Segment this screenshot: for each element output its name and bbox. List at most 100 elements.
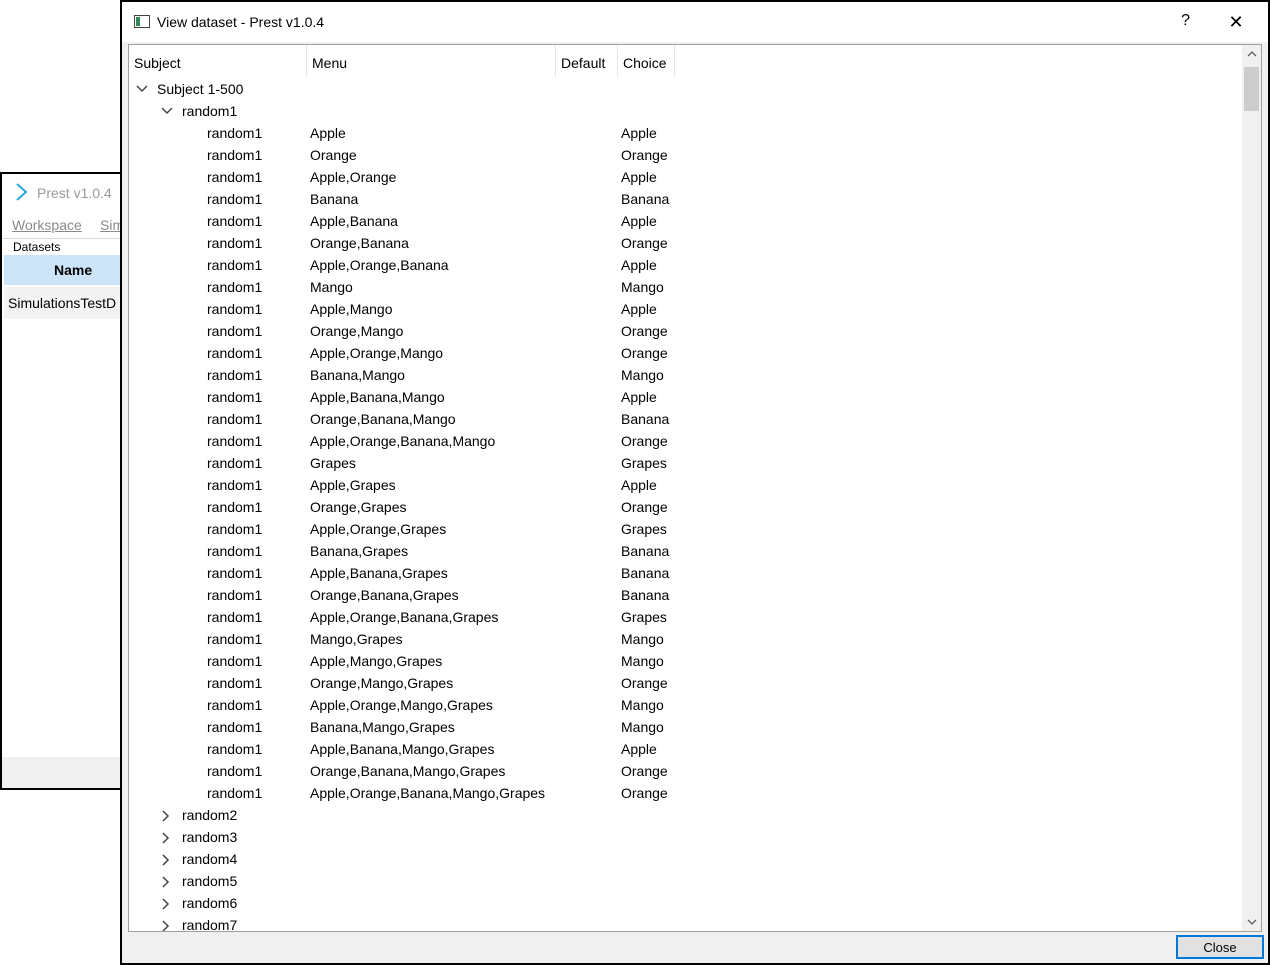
cell-subject: random1 xyxy=(207,477,263,493)
cell-menu: Mango,Grapes xyxy=(310,631,403,647)
table-row[interactable]: random1 Apple,Orange,Banana,Grapes Grapes xyxy=(129,606,1244,628)
tree-node-random2[interactable]: random2 xyxy=(129,804,1244,826)
cell-menu: Orange,Banana,Grapes xyxy=(310,587,459,603)
column-header-subject[interactable]: Subject xyxy=(129,45,307,77)
table-row[interactable]: random1 Apple,Banana,Mango Apple xyxy=(129,386,1244,408)
cell-subject: random1 xyxy=(207,433,263,449)
window-icon xyxy=(134,15,150,28)
tree-header: Subject Menu Default Choice xyxy=(129,45,1261,77)
vertical-scrollbar[interactable] xyxy=(1242,45,1261,931)
close-button[interactable]: Close xyxy=(1176,935,1264,959)
table-row[interactable]: random1 Apple,Orange Apple xyxy=(129,166,1244,188)
table-row[interactable]: random1 Orange,Banana,Mango Banana xyxy=(129,408,1244,430)
chevron-right-icon[interactable] xyxy=(160,826,174,848)
table-row[interactable]: random1 Apple,Mango Apple xyxy=(129,298,1244,320)
table-row[interactable]: random1 Orange,Grapes Orange xyxy=(129,496,1244,518)
chevron-right-icon[interactable] xyxy=(160,914,174,931)
table-row[interactable]: random1 Orange,Banana Orange xyxy=(129,232,1244,254)
table-row[interactable]: random1 Orange,Mango,Grapes Orange xyxy=(129,672,1244,694)
cell-menu: Apple,Orange,Banana,Mango xyxy=(310,433,496,449)
table-row[interactable]: random1 Grapes Grapes xyxy=(129,452,1244,474)
table-row[interactable]: random1 Apple Apple xyxy=(129,122,1244,144)
table-row[interactable]: random1 Apple,Orange,Mango,Grapes Mango xyxy=(129,694,1244,716)
table-row[interactable]: random1 Mango Mango xyxy=(129,276,1244,298)
tree-node-random3[interactable]: random3 xyxy=(129,826,1244,848)
table-row[interactable]: random1 Orange Orange xyxy=(129,144,1244,166)
cell-subject: random1 xyxy=(207,279,263,295)
cell-subject: random1 xyxy=(207,587,263,603)
table-row[interactable]: random1 Banana,Mango Mango xyxy=(129,364,1244,386)
scrollbar-thumb[interactable] xyxy=(1244,67,1259,111)
cell-choice: Mango xyxy=(621,719,664,735)
tree-node-random5[interactable]: random5 xyxy=(129,870,1244,892)
chevron-right-icon[interactable] xyxy=(160,870,174,892)
main-statusbar xyxy=(2,762,126,788)
table-row[interactable]: random1 Orange,Banana,Mango,Grapes Orange xyxy=(129,760,1244,782)
table-row[interactable]: random1 Banana,Grapes Banana xyxy=(129,540,1244,562)
cell-choice: Orange xyxy=(621,147,668,163)
cell-choice: Mango xyxy=(621,697,664,713)
table-row[interactable]: random1 Apple,Orange,Mango Orange xyxy=(129,342,1244,364)
table-row[interactable]: random1 Apple,Banana,Grapes Banana xyxy=(129,562,1244,584)
table-row[interactable]: random1 Apple,Mango,Grapes Mango xyxy=(129,650,1244,672)
table-row[interactable]: random1 Orange,Mango Orange xyxy=(129,320,1244,342)
main-window-titlebar[interactable]: Prest v1.0.4 xyxy=(2,174,126,212)
table-row[interactable]: random1 Mango,Grapes Mango xyxy=(129,628,1244,650)
table-row[interactable]: random1 Apple,Banana,Mango,Grapes Apple xyxy=(129,738,1244,760)
table-row[interactable]: random1 Orange,Banana,Grapes Banana xyxy=(129,584,1244,606)
cell-choice: Apple xyxy=(621,213,657,229)
cell-subject: random1 xyxy=(207,345,263,361)
tree-node-random1[interactable]: random1 xyxy=(129,100,1244,122)
dialog-title: View dataset - Prest v1.0.4 xyxy=(157,14,325,30)
column-header-default[interactable]: Default xyxy=(556,45,618,77)
dataset-row[interactable]: SimulationsTestD xyxy=(8,295,116,311)
chevron-right-icon[interactable] xyxy=(160,804,174,826)
column-header-menu[interactable]: Menu xyxy=(307,45,556,77)
help-button[interactable]: ? xyxy=(1181,12,1190,30)
cell-choice: Grapes xyxy=(621,609,667,625)
chevron-down-icon[interactable] xyxy=(160,100,174,122)
cell-subject: random1 xyxy=(207,697,263,713)
tree-node-random6[interactable]: random6 xyxy=(129,892,1244,914)
table-row[interactable]: random1 Apple,Banana Apple xyxy=(129,210,1244,232)
table-row[interactable]: random1 Banana,Mango,Grapes Mango xyxy=(129,716,1244,738)
table-row[interactable]: random1 Apple,Orange,Banana,Mango,Grapes O… xyxy=(129,782,1244,804)
cell-subject: random1 xyxy=(207,389,263,405)
table-row[interactable]: random1 Apple,Grapes Apple xyxy=(129,474,1244,496)
menu-workspace[interactable]: Workspace xyxy=(12,217,82,233)
cell-choice: Apple xyxy=(621,125,657,141)
table-row[interactable]: random1 Banana Banana xyxy=(129,188,1244,210)
column-header-choice[interactable]: Choice xyxy=(618,45,675,77)
dialog-titlebar[interactable]: View dataset - Prest v1.0.4 ? ✕ xyxy=(122,2,1268,42)
cell-subject: random1 xyxy=(207,213,263,229)
cell-choice: Banana xyxy=(621,587,670,603)
chevron-right-icon[interactable] xyxy=(160,892,174,914)
cell-menu: Apple,Orange,Grapes xyxy=(310,521,447,537)
chevron-down-icon[interactable] xyxy=(135,78,149,100)
cell-menu: Apple,Orange,Mango xyxy=(310,345,444,361)
chevron-right-icon[interactable] xyxy=(160,848,174,870)
table-row[interactable]: random1 Apple,Orange,Banana,Mango Orange xyxy=(129,430,1244,452)
arrow-up-icon[interactable] xyxy=(1242,45,1261,63)
cell-menu: Apple,Banana xyxy=(310,213,398,229)
cell-subject: random1 xyxy=(207,191,263,207)
table-row[interactable]: random1 Apple,Orange,Grapes Grapes xyxy=(129,518,1244,540)
close-window-button[interactable]: ✕ xyxy=(1216,8,1256,36)
tree-node-root[interactable]: Subject 1-500 xyxy=(129,78,1244,100)
name-column-header[interactable]: Name xyxy=(4,255,126,285)
table-row[interactable]: random1 Apple,Orange,Banana Apple xyxy=(129,254,1244,276)
cell-subject: random1 xyxy=(207,455,263,471)
tree-node-random7[interactable]: random7 xyxy=(129,914,1244,932)
cell-subject: random1 xyxy=(207,521,263,537)
dataset-tree-view[interactable]: Subject Menu Default Choice Subject 1-50… xyxy=(128,44,1262,932)
cell-choice: Orange xyxy=(621,675,668,691)
tree-node-label: random7 xyxy=(182,917,238,932)
tree-node-label: random3 xyxy=(182,829,238,845)
cell-choice: Grapes xyxy=(621,455,667,471)
tree-node-random4[interactable]: random4 xyxy=(129,848,1244,870)
cell-menu: Orange,Banana xyxy=(310,235,409,251)
cell-menu: Grapes xyxy=(310,455,356,471)
cell-choice: Orange xyxy=(621,499,668,515)
main-window-title: Prest v1.0.4 xyxy=(37,185,112,201)
arrow-down-icon[interactable] xyxy=(1242,913,1261,931)
